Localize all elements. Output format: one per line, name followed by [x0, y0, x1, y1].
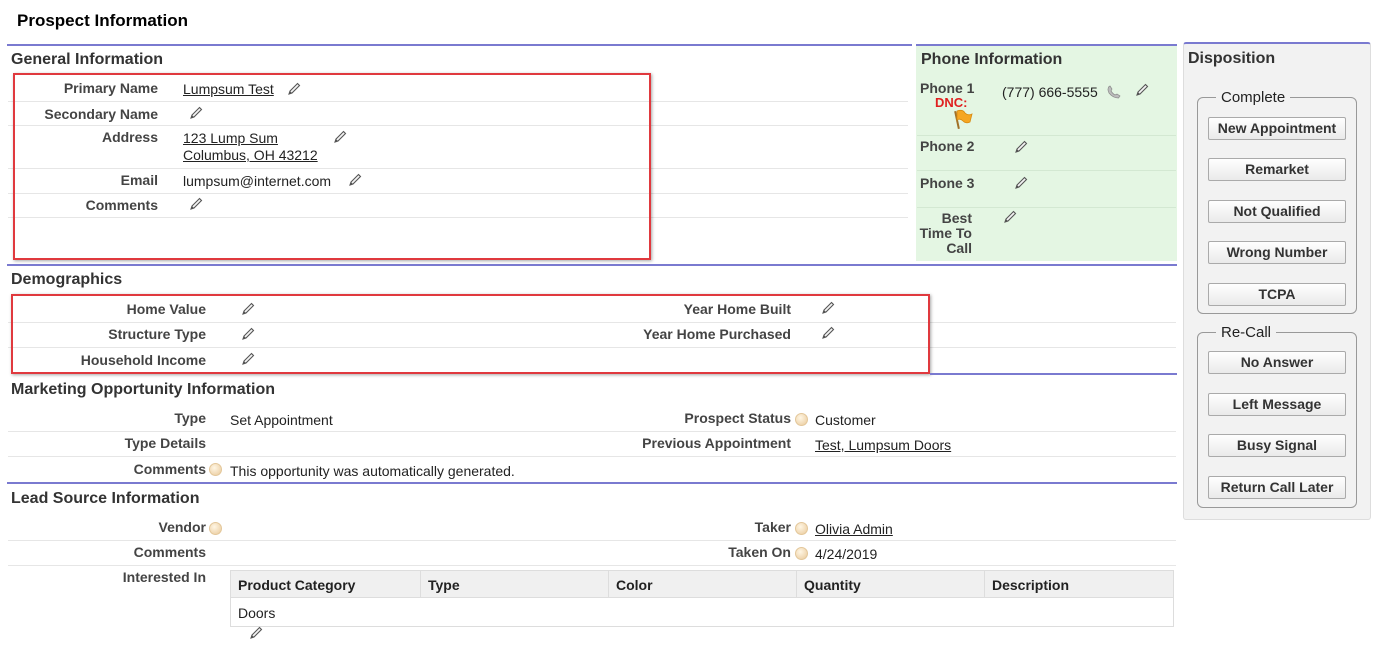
phone3-label: Phone 3 [920, 175, 975, 191]
vendor-label: Vendor [158, 519, 206, 535]
section-rule [930, 373, 1177, 375]
tcpa-button[interactable]: TCPA [1208, 283, 1346, 306]
info-icon[interactable] [209, 463, 222, 476]
complete-legend: Complete [1216, 89, 1291, 106]
table-cell-product-category: Doors [238, 605, 276, 621]
type-label: Type [174, 410, 206, 426]
wrong-number-button[interactable]: Wrong Number [1208, 241, 1346, 264]
return-call-later-button[interactable]: Return Call Later [1208, 476, 1346, 499]
taken-on-label: Taken On [728, 544, 791, 560]
lead-source-title: Lead Source Information [11, 490, 200, 507]
pencil-icon[interactable] [1002, 209, 1018, 225]
dnc-flag-icon [951, 108, 973, 130]
row-divider [917, 207, 1176, 208]
type-details-label: Type Details [124, 435, 206, 451]
new-appointment-button[interactable]: New Appointment [1208, 117, 1346, 140]
row-divider [917, 170, 1176, 171]
phone2-label: Phone 2 [920, 138, 975, 154]
disposition-title: Disposition [1188, 50, 1276, 67]
info-icon[interactable] [795, 522, 808, 535]
previous-appointment-label: Previous Appointment [642, 435, 791, 451]
comments-value: This opportunity was automatically gener… [230, 463, 515, 479]
phone1-value: (777) 666-5555 [1002, 84, 1098, 100]
taker-link[interactable]: Olivia Admin [815, 521, 893, 537]
section-rule [7, 482, 1177, 484]
prospect-status-value: Customer [815, 412, 876, 428]
column-header: Product Category [238, 577, 356, 593]
pencil-icon[interactable] [248, 625, 264, 641]
info-icon[interactable] [795, 413, 808, 426]
column-divider [796, 570, 797, 598]
taken-on-value: 4/24/2019 [815, 546, 878, 562]
pencil-icon[interactable] [1013, 175, 1029, 191]
best-time-line: Best [941, 210, 972, 226]
row-divider [8, 540, 1176, 541]
highlight-box [11, 294, 930, 374]
not-qualified-button[interactable]: Not Qualified [1208, 200, 1346, 223]
best-time-line: Call [946, 240, 972, 256]
column-header: Quantity [804, 577, 861, 593]
column-header: Description [992, 577, 1070, 593]
column-divider [984, 570, 985, 598]
comments-label: Comments [133, 461, 206, 477]
page-title: Prospect Information [17, 11, 188, 30]
row-divider [917, 135, 1176, 136]
interested-in-label: Interested In [122, 569, 206, 585]
highlight-box [13, 73, 651, 260]
column-divider [420, 570, 421, 598]
info-icon[interactable] [795, 547, 808, 560]
previous-appointment-link[interactable]: Test, Lumpsum Doors [815, 437, 951, 453]
comments-label: Comments [133, 544, 206, 560]
phone-icon[interactable] [1106, 84, 1122, 100]
section-rule [7, 264, 1177, 266]
column-divider [608, 570, 609, 598]
row-divider [8, 456, 1176, 457]
best-time-line: Time To [919, 225, 972, 241]
general-info-title: General Information [11, 51, 164, 68]
pencil-icon[interactable] [1134, 82, 1150, 98]
busy-signal-button[interactable]: Busy Signal [1208, 434, 1346, 457]
demographics-title: Demographics [11, 271, 123, 288]
marketing-title: Marketing Opportunity Information [11, 381, 275, 398]
column-header: Type [428, 577, 460, 593]
row-divider [8, 565, 1176, 566]
recall-legend: Re-Call [1216, 324, 1277, 341]
taker-label: Taker [754, 519, 791, 535]
phone-info-title: Phone Information [921, 51, 1063, 68]
phone1-label: Phone 1 [920, 80, 975, 96]
pencil-icon[interactable] [1013, 139, 1029, 155]
best-time-label: Best Time To Call [915, 211, 972, 256]
row-divider [8, 431, 1176, 432]
prospect-status-label: Prospect Status [684, 410, 791, 426]
remarket-button[interactable]: Remarket [1208, 158, 1346, 181]
info-icon[interactable] [209, 522, 222, 535]
column-header: Color [616, 577, 653, 593]
section-rule [7, 44, 912, 46]
type-value: Set Appointment [230, 412, 333, 428]
left-message-button[interactable]: Left Message [1208, 393, 1346, 416]
no-answer-button[interactable]: No Answer [1208, 351, 1346, 374]
